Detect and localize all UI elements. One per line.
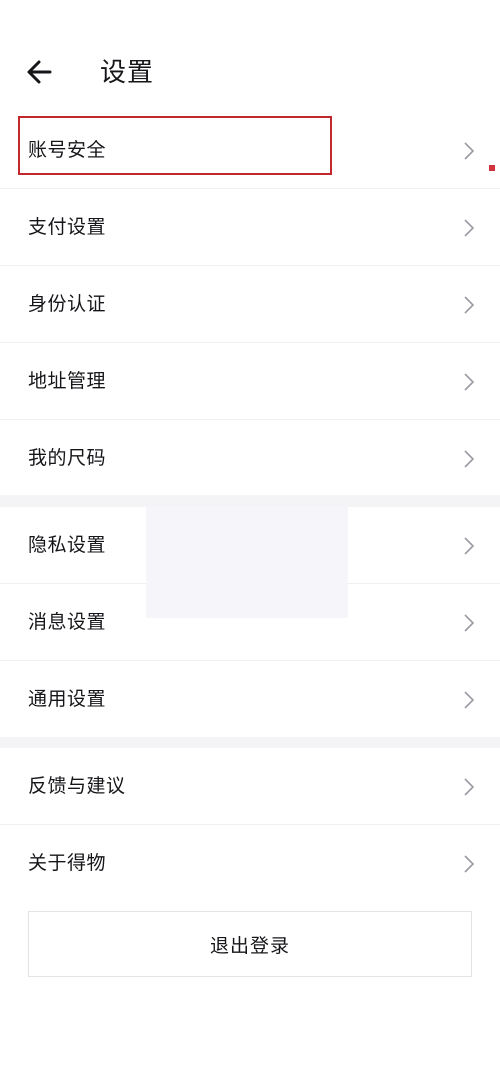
chevron-right-icon xyxy=(464,537,475,555)
chevron-right-icon xyxy=(464,691,475,709)
chevron-right-icon xyxy=(464,142,475,160)
settings-item-label: 我的尺码 xyxy=(28,447,107,469)
chevron-right-icon xyxy=(464,614,475,632)
settings-item-about[interactable]: 关于得物 xyxy=(0,825,500,902)
chevron-right-icon xyxy=(464,855,475,873)
section-divider xyxy=(0,737,500,748)
header-bar: 设置 xyxy=(0,0,500,116)
chevron-right-icon xyxy=(464,373,475,391)
arrow-left-icon xyxy=(27,60,52,84)
settings-item-label: 支付设置 xyxy=(28,216,107,238)
back-button[interactable] xyxy=(22,54,58,90)
settings-group-account: 账号安全 支付设置 身份认证 地址管理 我的尺码 xyxy=(0,112,500,497)
page-title: 设置 xyxy=(100,58,155,88)
settings-item-label: 消息设置 xyxy=(28,611,107,633)
settings-screen: 设置 账号安全 支付设置 身份认证 地址管理 我的尺码 隐私设置 消息设置 通用… xyxy=(0,0,500,1083)
settings-item-account-security[interactable]: 账号安全 xyxy=(0,112,500,189)
settings-item-label: 身份认证 xyxy=(28,293,107,315)
settings-item-feedback[interactable]: 反馈与建议 xyxy=(0,748,500,825)
settings-item-label: 通用设置 xyxy=(28,688,107,710)
settings-item-label: 隐私设置 xyxy=(28,534,107,556)
chevron-right-icon xyxy=(464,450,475,468)
red-dot-marker xyxy=(489,165,495,171)
settings-item-payment[interactable]: 支付设置 xyxy=(0,189,500,266)
settings-item-my-size[interactable]: 我的尺码 xyxy=(0,420,500,497)
logout-button[interactable]: 退出登录 xyxy=(28,911,472,977)
settings-item-address[interactable]: 地址管理 xyxy=(0,343,500,420)
chevron-right-icon xyxy=(464,778,475,796)
settings-group-about: 反馈与建议 关于得物 xyxy=(0,748,500,902)
chevron-right-icon xyxy=(464,219,475,237)
chevron-right-icon xyxy=(464,296,475,314)
settings-item-label: 关于得物 xyxy=(28,852,107,874)
settings-item-general[interactable]: 通用设置 xyxy=(0,661,500,738)
overlay-placeholder xyxy=(146,506,348,618)
settings-item-identity[interactable]: 身份认证 xyxy=(0,266,500,343)
settings-item-label: 地址管理 xyxy=(28,370,107,392)
settings-item-label: 反馈与建议 xyxy=(28,775,126,797)
settings-item-label: 账号安全 xyxy=(28,139,107,161)
